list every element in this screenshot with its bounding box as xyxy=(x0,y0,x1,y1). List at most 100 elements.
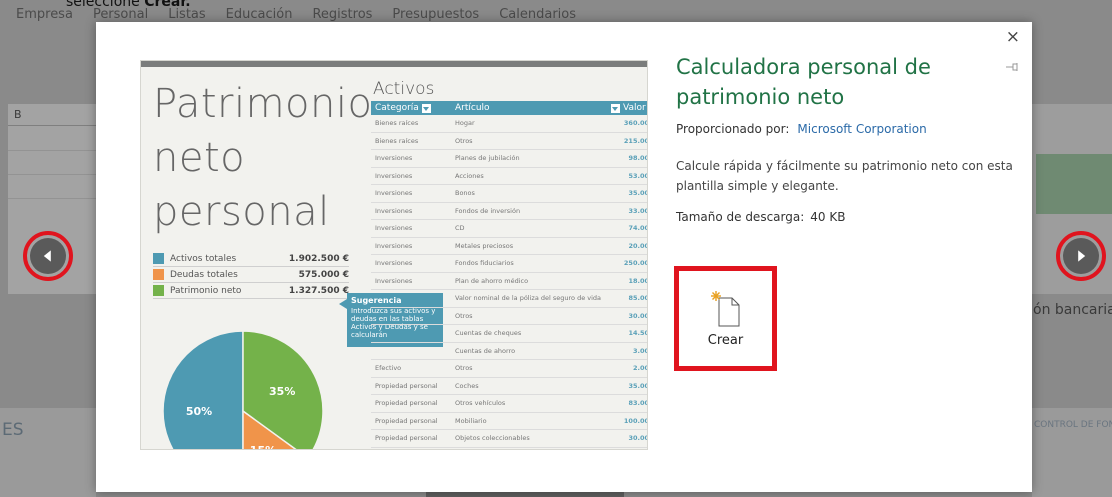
column-header: B xyxy=(8,104,96,126)
table-row: Propiedad personal Mobiliario 100.00 xyxy=(371,413,648,430)
preview-pie-chart: 50% 15% 35% xyxy=(163,331,323,450)
header-category: Categoría xyxy=(371,103,451,113)
table-cell: Propiedad personal xyxy=(375,399,438,408)
table-row: Otros 30.00 xyxy=(371,308,647,325)
table-cell: Inversiones xyxy=(375,241,413,250)
table-cell: Cuentas de cheques xyxy=(455,329,522,338)
table-cell: Hogar xyxy=(455,119,475,128)
template-title: Calculadora personal de patrimonio neto xyxy=(676,55,931,109)
dropdown-icon xyxy=(611,103,620,113)
table-cell: Coches xyxy=(455,381,479,390)
table-cell: Propiedad personal xyxy=(375,416,438,425)
table-cell: Bienes raíces xyxy=(375,136,419,145)
table-cell: Inversiones xyxy=(375,189,413,198)
summary-row: Activos totales 1.902.500 € xyxy=(153,251,349,267)
table-cell: 18.00 xyxy=(628,276,648,285)
category-tab[interactable]: Educación xyxy=(226,7,293,22)
table-row: Inversiones Bonos 35.00 xyxy=(371,185,648,203)
table-cell: Bonos xyxy=(455,189,475,198)
table-cell: Cuentas de ahorro xyxy=(455,346,516,355)
arrow-left-icon xyxy=(43,250,51,262)
category-tab[interactable]: Calendarios xyxy=(499,7,576,22)
table-cell: Otros xyxy=(455,136,473,145)
category-tab[interactable]: Listas xyxy=(168,7,205,22)
summary-label: Deudas totales xyxy=(170,269,238,280)
pie-slice xyxy=(163,331,244,449)
close-button[interactable]: × xyxy=(1006,28,1020,46)
category-nav: Empresa Personal Listas Educación Registros P… xyxy=(16,7,576,22)
new-document-icon xyxy=(710,291,739,327)
table-cell: Bienes raíces xyxy=(375,119,419,128)
table-cell: Inversiones xyxy=(375,224,413,233)
pie-slice-label: 50% xyxy=(186,405,212,418)
header-item: Artículo xyxy=(455,103,490,113)
table-cell: 74.00 xyxy=(628,224,648,233)
category-tab[interactable]: Empresa xyxy=(16,7,73,22)
category-tab[interactable]: Personal xyxy=(93,7,148,22)
table-row: Bienes raíces Otros 215.00 xyxy=(371,133,647,150)
preview-title-line: neto xyxy=(153,135,246,181)
table-cell: Mobiliario xyxy=(455,416,487,425)
previous-template-button[interactable] xyxy=(23,231,73,281)
next-icon-bg xyxy=(1063,238,1099,274)
pie-slice-label: 35% xyxy=(269,385,295,398)
template-description: Calcule rápida y fácilmente su patrimoni… xyxy=(676,159,1013,193)
preview-assets-title: Activos xyxy=(373,79,435,99)
template-preview-image: Patrimonio neto personal Activos totales… xyxy=(140,60,648,450)
template-details: Calculadora personal de patrimonio neto … xyxy=(676,52,1016,224)
table-cell: Planes de jubilación xyxy=(455,154,520,163)
next-template-button[interactable] xyxy=(1056,231,1106,281)
header-value: Valor xyxy=(609,103,647,113)
table-cell: 53.00 xyxy=(628,171,648,180)
table-cell: Metales preciosos xyxy=(455,241,514,250)
table-cell: Inversiones xyxy=(375,259,413,268)
create-button[interactable]: Crear xyxy=(679,271,772,366)
summary-label: Patrimonio neto xyxy=(170,285,242,296)
table-cell: Otros vehículos xyxy=(455,399,506,408)
preview-title-line: Patrimonio xyxy=(153,81,373,127)
table-cell: 85.00 xyxy=(628,294,648,303)
create-highlight: Crear xyxy=(674,266,777,371)
table-cell: 2.00 xyxy=(632,364,648,373)
grid-line xyxy=(8,198,96,199)
table-cell: 100.00 xyxy=(623,416,648,425)
table-cell: Otros xyxy=(455,364,473,373)
preview-title: Patrimonio neto personal xyxy=(153,77,372,239)
summary-value: 1.327.500 € xyxy=(288,285,349,296)
table-row: Efectivo Otros 2.00 xyxy=(371,360,648,378)
table-cell: Fondos fiduciarios xyxy=(455,259,514,268)
summary-value: 1.902.500 € xyxy=(288,253,349,264)
table-cell: 20.00 xyxy=(628,241,648,250)
summary-value: 575.000 € xyxy=(298,269,349,280)
summary-swatch xyxy=(153,269,164,280)
provider-label: Proporcionado por: xyxy=(676,122,790,136)
thumbnail-text: ES xyxy=(2,420,24,440)
category-tab[interactable]: Registros xyxy=(312,7,372,22)
provider-link[interactable]: Microsoft Corporation xyxy=(797,122,926,136)
pie-slice-label: 15% xyxy=(250,444,276,450)
table-cell: Inversiones xyxy=(375,154,413,163)
table-row: Inversiones Plan de ahorro médico 18.00 xyxy=(371,273,648,290)
table-cell: 14.50 xyxy=(628,329,648,338)
table-row: Propiedad personal Otros vehículos 83.00 xyxy=(371,395,647,413)
table-row: Inversiones Fondos fiduciarios 250.00 xyxy=(371,255,648,273)
table-cell: Otros xyxy=(455,311,473,320)
category-tab[interactable]: Presupuestos xyxy=(392,7,479,22)
table-cell: Acciones xyxy=(455,171,484,180)
download-size-value: 40 KB xyxy=(810,210,846,224)
table-cell: Plan de ahorro médico xyxy=(455,276,529,285)
table-cell: 250.00 xyxy=(623,259,648,268)
table-cell: 33.00 xyxy=(628,206,648,215)
arrow-right-icon xyxy=(1078,250,1086,262)
table-cell: 35.00 xyxy=(628,189,648,198)
summary-row: Deudas totales 575.000 € xyxy=(153,267,349,283)
grid-line xyxy=(8,150,96,151)
template-thumbnail-right-accent xyxy=(1036,154,1112,214)
create-label: Crear xyxy=(707,333,744,348)
table-cell: Propiedad personal xyxy=(375,434,438,443)
template-thumbnail-bottom-left: ES xyxy=(0,408,96,497)
preview-top-bar xyxy=(141,61,647,67)
table-row: Valor nominal de la póliza del seguro de… xyxy=(371,290,648,308)
download-size-label: Tamaño de descarga: xyxy=(676,210,805,224)
table-cell: 3.00 xyxy=(632,346,648,355)
